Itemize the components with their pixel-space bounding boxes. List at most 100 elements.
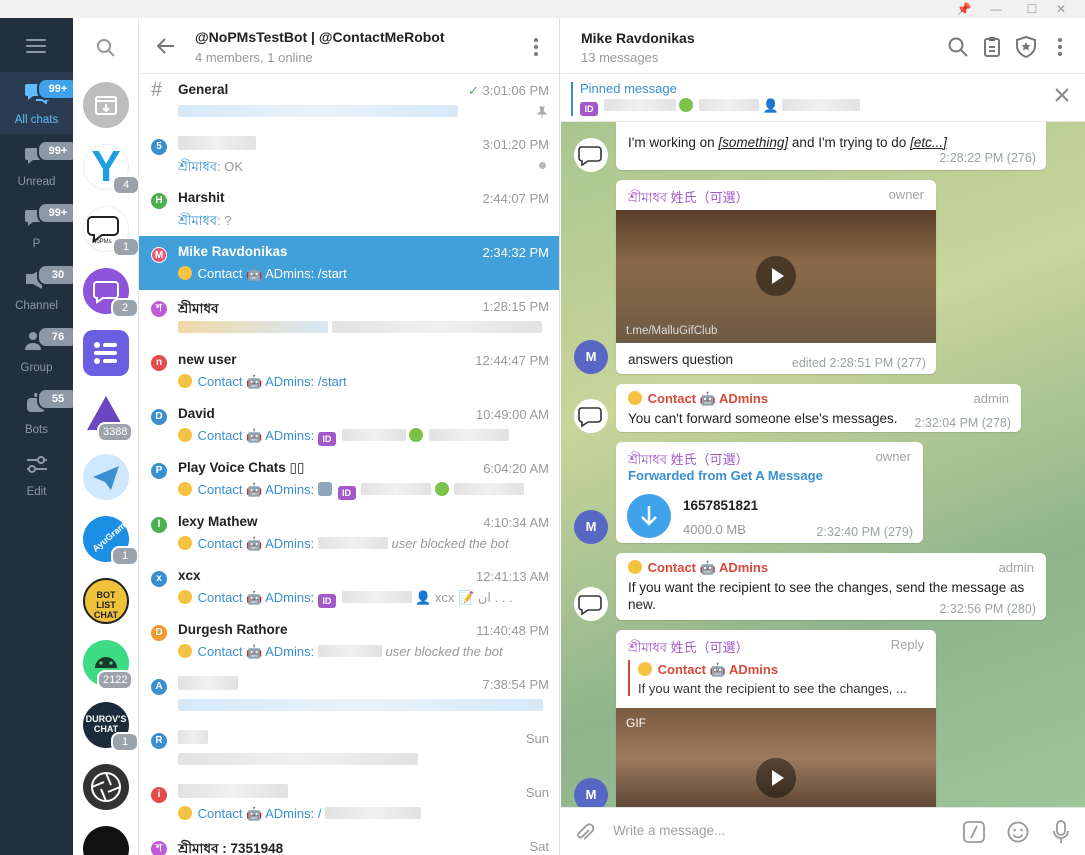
- chat-avatar[interactable]: [83, 454, 129, 500]
- message-input[interactable]: Write a message...: [613, 823, 725, 838]
- chat-row[interactable]: # General ✓ 3:01:06 PM: [139, 74, 559, 128]
- message-time: 2:32:40 PM (279): [816, 525, 913, 539]
- shield-star-icon[interactable]: [1015, 36, 1037, 58]
- play-icon[interactable]: [756, 758, 796, 798]
- pin-window-icon[interactable]: 📌: [947, 0, 981, 18]
- gif-thumbnail[interactable]: GIF: [616, 708, 936, 807]
- pinned-label: Pinned message: [580, 81, 677, 96]
- folder-label: Edit: [26, 486, 47, 498]
- folder-edit[interactable]: Edit: [0, 444, 73, 506]
- sender-name[interactable]: Contact 🤖 ADmins: [628, 560, 768, 576]
- chat-avatar[interactable]: 3388: [83, 392, 134, 442]
- sender-name[interactable]: Contact 🤖 ADmins: [628, 391, 768, 407]
- chat-avatar[interactable]: 2: [83, 268, 138, 318]
- nerd-emoji-icon: [178, 806, 192, 820]
- chat-name: Play Voice Chats ▯▯: [178, 460, 305, 475]
- folder-unread[interactable]: 99+ Unread: [0, 134, 79, 196]
- reply-sender[interactable]: Contact 🤖 ADmins: [638, 662, 778, 678]
- reply-button[interactable]: Reply: [891, 637, 924, 652]
- chat-time: 2:34:32 PM: [482, 245, 550, 260]
- chat-row[interactable]: A 7:38:54 PM: [139, 668, 559, 722]
- reply-text: If you want the recipient to see the cha…: [638, 681, 907, 696]
- forwarded-from[interactable]: Forwarded from Get A Message: [628, 468, 823, 483]
- chat-avatar[interactable]: NoPMs 1: [83, 206, 138, 257]
- money-face-icon: [679, 98, 694, 112]
- chat-row[interactable]: 5 3:01:20 PM শ্রীমাধব: OK: [139, 128, 559, 182]
- chat-list-header: @NoPMsTestBot | @ContactMeRobot 4 member…: [139, 18, 559, 74]
- bot-emoji-icon: [317, 482, 332, 496]
- attach-icon[interactable]: [573, 822, 595, 844]
- sender-name[interactable]: শ্রীমাধব 姓氏（可選）: [628, 187, 749, 210]
- sender-name[interactable]: শ্রীমাধব 姓氏（可選）: [628, 637, 749, 660]
- bot-avatar[interactable]: [574, 587, 608, 621]
- chat-row[interactable]: i Sun Contact 🤖 ADmins: /: [139, 776, 559, 830]
- chat-row[interactable]: শ শ্রীমাধব : 7351948 Sat: [139, 830, 559, 855]
- message-text: I'm working on [something] and I'm tryin…: [628, 135, 947, 150]
- back-arrow-icon[interactable]: [157, 38, 175, 54]
- chat-row[interactable]: n new user 12:44:47 PM Contact 🤖 ADmins:…: [139, 344, 559, 398]
- chat-row[interactable]: D David 10:49:00 AM Contact 🤖 ADmins: ID: [139, 398, 559, 452]
- play-icon[interactable]: [756, 256, 796, 296]
- chat-row[interactable]: l lexy Mathew 4:10:34 AM Contact 🤖 ADmin…: [139, 506, 559, 560]
- message-bubble[interactable]: শ্রীমাধব 姓氏（可選） owner Forwarded from Get…: [616, 442, 923, 543]
- more-menu-icon[interactable]: [533, 38, 539, 56]
- minimize-button[interactable]: —: [979, 0, 1013, 18]
- pinned-message-bar[interactable]: Pinned message ID 👤: [561, 74, 1085, 122]
- close-button[interactable]: ✕: [1044, 0, 1078, 18]
- message-bubble[interactable]: I'm working on [something] and I'm tryin…: [616, 122, 1046, 170]
- search-icon[interactable]: [947, 36, 969, 58]
- folder-channel[interactable]: 30 Channel: [0, 258, 79, 320]
- download-button[interactable]: [627, 494, 671, 538]
- folder-bots[interactable]: 55 Bots: [0, 382, 79, 444]
- chat-preview: শ্রীমাধব: OK: [178, 159, 244, 174]
- clipboard-icon[interactable]: [981, 36, 1003, 58]
- message-bubble[interactable]: Contact 🤖 ADmins admin If you want the r…: [616, 553, 1046, 620]
- message-bubble[interactable]: শ্রীমাধব 姓氏（可選） Reply Contact 🤖 ADmins I…: [616, 630, 936, 807]
- chat-row[interactable]: H Harshit 2:44:07 PM শ্রীমাধব: ?: [139, 182, 559, 236]
- chat-row[interactable]: D Durgesh Rathore 11:40:48 PM Contact 🤖 …: [139, 614, 559, 668]
- chat-row[interactable]: x xcx 12:41:13 AM Contact 🤖 ADmins: ID 👤…: [139, 560, 559, 614]
- chat-avatar[interactable]: BOT LIST CHAT: [83, 578, 129, 624]
- message-bubble[interactable]: Contact 🤖 ADmins admin You can't forward…: [616, 384, 1021, 432]
- sender-role: owner: [875, 449, 911, 464]
- read-check-icon: ✓: [467, 83, 479, 98]
- chat-name: [178, 784, 288, 800]
- chat-avatar[interactable]: 2122: [83, 640, 134, 690]
- chat-time: 4:10:34 AM: [483, 515, 549, 530]
- conversation-title[interactable]: Mike Ravdonikas: [581, 30, 695, 46]
- folder-all-chats[interactable]: 99+ All chats: [0, 72, 79, 134]
- user-avatar[interactable]: M: [574, 778, 608, 807]
- more-menu-icon[interactable]: [1057, 36, 1063, 58]
- chat-avatar[interactable]: [83, 764, 129, 810]
- avatar-letter: DUROV'S CHAT: [85, 714, 127, 734]
- close-pinned-icon[interactable]: [1055, 88, 1069, 102]
- bot-commands-icon[interactable]: [963, 821, 985, 843]
- nerd-emoji-icon: [178, 536, 192, 550]
- chat-avatar[interactable]: [83, 330, 129, 376]
- microphone-icon[interactable]: [1053, 820, 1069, 844]
- archive-avatar[interactable]: [83, 82, 129, 128]
- video-thumbnail[interactable]: t.me/MalluGifClub: [616, 210, 936, 343]
- bot-avatar[interactable]: [574, 399, 608, 433]
- chat-row[interactable]: R Sun: [139, 722, 559, 776]
- chat-avatar[interactable]: DUROV'S CHAT 1: [83, 702, 138, 752]
- search-icon[interactable]: [96, 38, 116, 58]
- folder-group[interactable]: 76 Group: [0, 320, 79, 382]
- user-avatar[interactable]: M: [574, 340, 608, 374]
- chat-row[interactable]: শ শ্রীমাধব 1:28:15 PM: [139, 290, 559, 344]
- chat-avatar[interactable]: [83, 826, 129, 855]
- folder-p[interactable]: 99+ P: [0, 196, 79, 258]
- chat-avatar[interactable]: Y 4: [83, 144, 138, 195]
- emoji-icon[interactable]: [1007, 821, 1029, 843]
- chat-row[interactable]: P Play Voice Chats ▯▯ 6:04:20 AM Contact…: [139, 452, 559, 506]
- menu-icon[interactable]: [26, 39, 46, 53]
- chat-preview: শ্রীমাধব: ?: [178, 213, 232, 228]
- chat-mark: l: [151, 517, 167, 533]
- user-avatar[interactable]: M: [574, 510, 608, 544]
- chat-row-selected[interactable]: M Mike Ravdonikas 2:34:32 PM Contact 🤖 A…: [139, 236, 559, 290]
- avatar-badge: 4: [112, 175, 138, 195]
- bot-avatar[interactable]: [574, 138, 608, 172]
- chat-avatar[interactable]: AyuGram 1: [83, 516, 138, 566]
- message-area[interactable]: I'm working on [something] and I'm tryin…: [561, 122, 1085, 807]
- message-bubble[interactable]: শ্রীমাধব 姓氏（可選） owner t.me/MalluGifClub …: [616, 180, 936, 374]
